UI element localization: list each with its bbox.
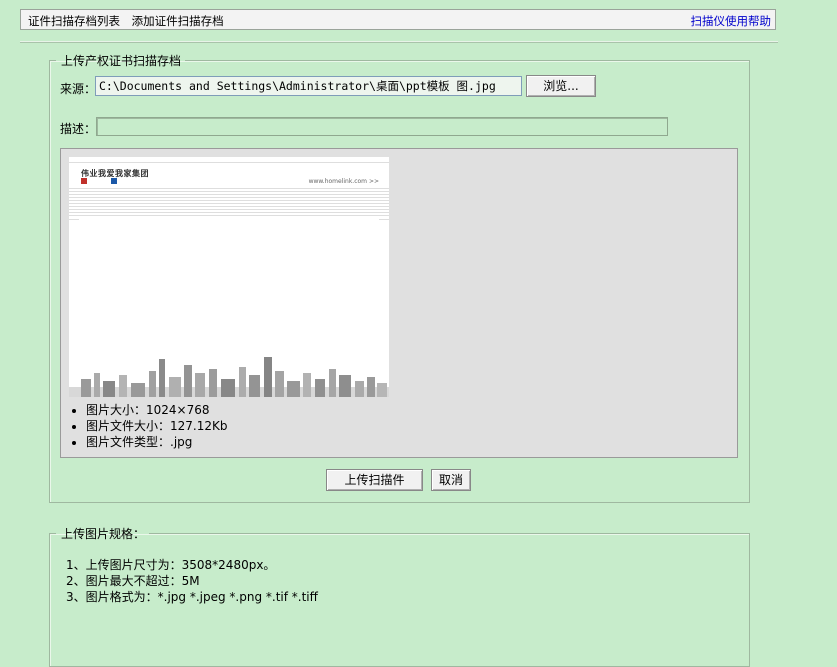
scanner-help-link[interactable]: 扫描仪使用帮助 xyxy=(691,13,772,29)
thumbnail-stripe xyxy=(69,206,389,207)
image-info-file-size: 图片文件大小：127.12Kb xyxy=(86,418,227,434)
spec-list: 1、上传图片尺寸为：3508*2480px。 2、图片最大不超过：5M 3、图片… xyxy=(66,557,318,605)
description-label: 描述： xyxy=(60,122,97,136)
source-label: 来源： xyxy=(60,82,97,96)
thumbnail-logo-mark xyxy=(81,178,87,184)
thumbnail-stripe xyxy=(379,219,389,220)
image-info-file-type: 图片文件类型：.jpg xyxy=(86,434,227,450)
thumbnail-stripe xyxy=(69,219,79,220)
description-input[interactable] xyxy=(96,117,668,136)
nav-link-scan-archive-list[interactable]: 证件扫描存档列表 xyxy=(28,14,120,28)
spec-fieldset-legend: 上传图片规格： xyxy=(61,527,146,541)
browse-button[interactable]: 浏览... xyxy=(526,75,596,97)
top-nav-links: 证件扫描存档列表 添加证件扫描存档 xyxy=(28,13,232,29)
thumbnail-stripe xyxy=(69,203,389,204)
thumbnail-stripe xyxy=(69,212,389,213)
top-nav-bar: 证件扫描存档列表 添加证件扫描存档 扫描仪使用帮助 xyxy=(20,9,776,30)
thumbnail-stripe xyxy=(69,188,389,189)
thumbnail-stripe xyxy=(69,200,389,201)
image-preview-thumbnail: 伟业我爱我家集团 www.homelink.com >> xyxy=(69,157,389,397)
thumbnail-stripe xyxy=(69,215,389,216)
image-info-dimensions: 图片大小：1024×768 xyxy=(86,402,227,418)
nav-link-add-scan-archive[interactable]: 添加证件扫描存档 xyxy=(132,14,224,28)
thumbnail-logo-mark-blue xyxy=(111,178,117,184)
source-file-input[interactable]: C:\Documents and Settings\Administrator\… xyxy=(95,76,522,96)
image-preview-panel: 伟业我爱我家集团 www.homelink.com >> • 图片大小：1024… xyxy=(60,148,738,458)
image-info-list: 图片大小：1024×768 图片文件大小：127.12Kb 图片文件类型：.jp… xyxy=(69,402,227,450)
city-skyline-image xyxy=(69,357,389,397)
spec-item-size: 1、上传图片尺寸为：3508*2480px。 xyxy=(66,558,276,572)
upload-fieldset-legend: 上传产权证书扫描存档 xyxy=(61,54,182,68)
header-divider xyxy=(20,41,778,43)
thumbnail-stripe xyxy=(69,191,389,192)
upload-scan-button[interactable]: 上传扫描件 xyxy=(326,469,423,491)
spec-item-max-file-size: 2、图片最大不超过：5M xyxy=(66,574,200,588)
cancel-button[interactable]: 取消 xyxy=(431,469,471,491)
thumbnail-stripe xyxy=(69,194,389,195)
thumbnail-stripe xyxy=(69,162,389,163)
thumbnail-stripe xyxy=(69,197,389,198)
thumbnail-url-text: www.homelink.com >> xyxy=(308,178,379,185)
spec-item-formats: 3、图片格式为：*.jpg *.jpeg *.png *.tif *.tiff xyxy=(66,590,318,604)
thumbnail-stripe xyxy=(69,209,389,210)
